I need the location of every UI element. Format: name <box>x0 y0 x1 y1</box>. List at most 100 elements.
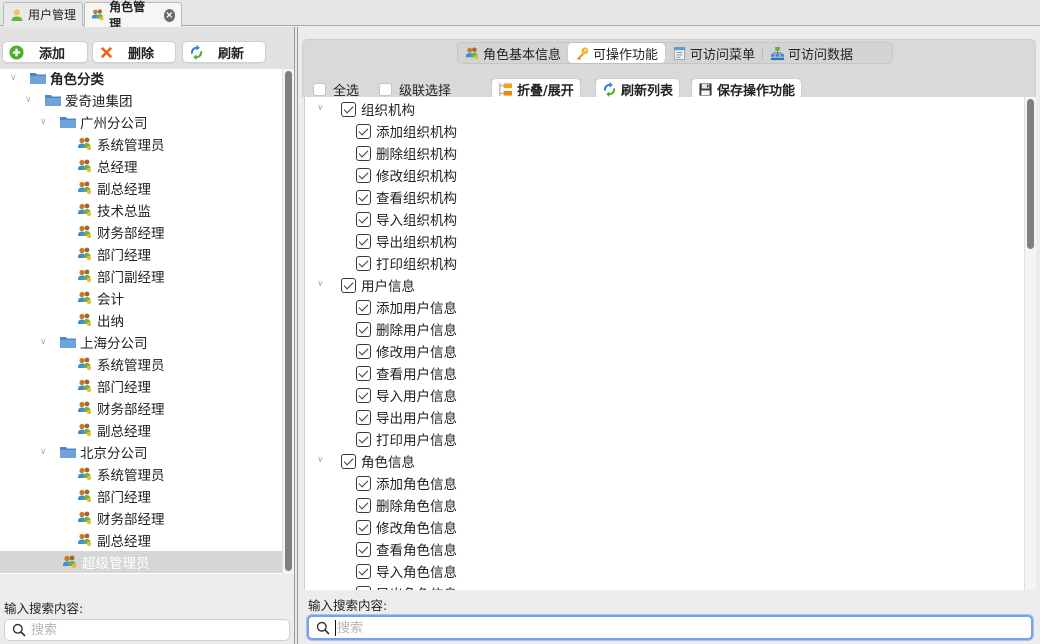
permission-item[interactable]: 导入组织机构 <box>356 208 457 230</box>
permission-checkbox[interactable] <box>356 123 371 139</box>
permission-item[interactable]: 删除用户信息 <box>356 318 457 340</box>
permission-item[interactable]: 导出角色信息 <box>356 582 457 590</box>
close-tab-icon[interactable]: × <box>163 8 175 22</box>
tab-user-management[interactable]: 用户管理 <box>3 2 83 26</box>
permission-item[interactable]: 修改用户信息 <box>356 340 457 362</box>
permission-scrollbar[interactable] <box>1024 97 1036 590</box>
permission-checkbox[interactable] <box>356 255 371 271</box>
tree-role-node[interactable]: 副总经理 <box>0 177 282 199</box>
permission-item[interactable]: 添加组织机构 <box>356 120 457 142</box>
add-button[interactable]: 添加 <box>2 41 88 63</box>
right-search-input[interactable] <box>335 620 1015 636</box>
scrollbar-thumb[interactable] <box>285 71 292 571</box>
tree-folder-node[interactable]: ∨ 爱奇迪集团 <box>0 89 282 111</box>
permission-item[interactable]: 导出用户信息 <box>356 406 457 428</box>
collapse-expand-label: 折叠/展开 <box>517 83 574 99</box>
tree-role-node[interactable]: 部门经理 <box>0 375 282 397</box>
tree-role-node[interactable]: 超级管理员 <box>0 551 282 573</box>
refresh-button[interactable]: 刷新 <box>182 41 266 63</box>
tree-role-node[interactable]: 财务部经理 <box>0 397 282 419</box>
permission-item[interactable]: 添加角色信息 <box>356 472 457 494</box>
permission-group[interactable]: 角色信息 <box>341 450 415 472</box>
permission-group[interactable]: 用户信息 <box>341 274 415 296</box>
permission-item[interactable]: 删除组织机构 <box>356 142 457 164</box>
tree-role-node[interactable]: 部门副经理 <box>0 265 282 287</box>
permission-checkbox[interactable] <box>341 277 356 293</box>
tree-role-node[interactable]: 部门经理 <box>0 243 282 265</box>
permission-item[interactable]: 打印用户信息 <box>356 428 457 450</box>
tab-role-management[interactable]: 角色管理 × <box>84 0 182 31</box>
tree-folder-node[interactable]: ∨ 广州分公司 <box>0 111 282 133</box>
tree-role-node[interactable]: 出纳 <box>0 309 282 331</box>
permission-checkbox[interactable] <box>356 211 371 227</box>
permission-checkbox[interactable] <box>356 189 371 205</box>
cascade-select-checkbox[interactable] <box>379 83 392 96</box>
tree-role-node[interactable]: 部门经理 <box>0 485 282 507</box>
permission-checkbox[interactable] <box>356 541 371 557</box>
tab-accessible-menus[interactable]: 可访问菜单 <box>665 43 762 63</box>
permission-label: 打印组织机构 <box>376 257 457 273</box>
permission-checkbox[interactable] <box>356 167 371 183</box>
permission-checkbox[interactable] <box>341 453 356 469</box>
permission-item[interactable]: 导出组织机构 <box>356 230 457 252</box>
permission-checkbox[interactable] <box>356 475 371 491</box>
permission-checkbox[interactable] <box>356 387 371 403</box>
permission-item[interactable]: 打印组织机构 <box>356 252 457 274</box>
permission-checkbox[interactable] <box>356 343 371 359</box>
expand-chevron-icon[interactable]: ∨ <box>317 455 324 465</box>
tree-role-node[interactable]: 总经理 <box>0 155 282 177</box>
expand-chevron-icon[interactable]: ∨ <box>10 73 20 83</box>
permission-checkbox[interactable] <box>356 519 371 535</box>
permission-checkbox[interactable] <box>356 321 371 337</box>
permission-item[interactable]: 导入用户信息 <box>356 384 457 406</box>
permission-checkbox[interactable] <box>356 299 371 315</box>
tree-role-node[interactable]: 系统管理员 <box>0 463 282 485</box>
permission-item[interactable]: 导入角色信息 <box>356 560 457 582</box>
tree-folder-node[interactable]: ∨ 角色分类 <box>0 69 282 89</box>
expand-chevron-icon[interactable]: ∨ <box>25 95 35 105</box>
tree-role-node[interactable]: 副总经理 <box>0 529 282 551</box>
left-search-input[interactable] <box>31 622 281 638</box>
permission-checkbox[interactable] <box>356 145 371 161</box>
tab-role-basic-info[interactable]: 角色基本信息 <box>458 43 568 63</box>
permission-item[interactable]: 修改组织机构 <box>356 164 457 186</box>
permission-item[interactable]: 修改角色信息 <box>356 516 457 538</box>
tree-role-node[interactable]: 财务部经理 <box>0 507 282 529</box>
permission-checkbox[interactable] <box>356 431 371 447</box>
right-search-box[interactable] <box>307 615 1033 640</box>
expand-chevron-icon[interactable]: ∨ <box>40 337 50 347</box>
tree-role-node[interactable]: 系统管理员 <box>0 353 282 375</box>
scrollbar-thumb[interactable] <box>1027 99 1034 249</box>
tree-role-node[interactable]: 副总经理 <box>0 419 282 441</box>
permission-item[interactable]: 查看角色信息 <box>356 538 457 560</box>
expand-chevron-icon[interactable]: ∨ <box>40 447 50 457</box>
permission-checkbox[interactable] <box>356 233 371 249</box>
tree-folder-node[interactable]: ∨ 北京分公司 <box>0 441 282 463</box>
permission-item[interactable]: 添加用户信息 <box>356 296 457 318</box>
tab-operable-functions[interactable]: 可操作功能 <box>568 43 666 63</box>
tree-role-node[interactable]: 技术总监 <box>0 199 282 221</box>
tree-node-label: 财务部经理 <box>97 402 165 418</box>
permission-checkbox[interactable] <box>356 563 371 579</box>
permission-group[interactable]: 组织机构 <box>341 98 415 120</box>
permission-checkbox[interactable] <box>356 497 371 513</box>
expand-chevron-icon[interactable]: ∨ <box>317 279 324 289</box>
tree-role-node[interactable]: 系统管理员 <box>0 133 282 155</box>
permission-checkbox[interactable] <box>341 101 356 117</box>
permission-item[interactable]: 查看用户信息 <box>356 362 457 384</box>
tree-folder-node[interactable]: ∨ 上海分公司 <box>0 331 282 353</box>
tab-accessible-data[interactable]: 可访问数据 <box>763 43 860 63</box>
permission-checkbox[interactable] <box>356 365 371 381</box>
permission-checkbox[interactable] <box>356 409 371 425</box>
tree-scrollbar[interactable] <box>282 69 294 574</box>
tree-role-node[interactable]: 财务部经理 <box>0 221 282 243</box>
tree-role-node[interactable]: 会计 <box>0 287 282 309</box>
permission-checkbox[interactable] <box>356 585 371 590</box>
permission-item[interactable]: 删除角色信息 <box>356 494 457 516</box>
left-search-box[interactable] <box>4 619 290 641</box>
permission-item[interactable]: 查看组织机构 <box>356 186 457 208</box>
delete-button[interactable]: 删除 <box>92 41 176 63</box>
expand-chevron-icon[interactable]: ∨ <box>317 103 324 113</box>
select-all-checkbox[interactable] <box>313 83 326 96</box>
expand-chevron-icon[interactable]: ∨ <box>40 117 50 127</box>
